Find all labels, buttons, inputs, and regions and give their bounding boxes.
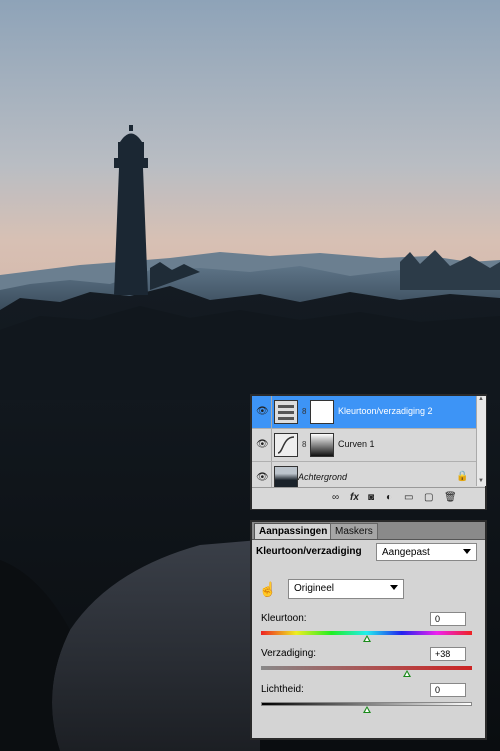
fx-icon[interactable]: fx bbox=[350, 492, 359, 503]
layer-row-hue-saturation[interactable]: 👁 8 Kleurtoon/verzadiging 2 bbox=[252, 396, 476, 429]
saturation-slider-knob[interactable] bbox=[402, 670, 411, 677]
adjustment-title: Kleurtoon/verzadiging bbox=[256, 546, 362, 557]
scroll-up-icon[interactable]: ▲ bbox=[478, 396, 484, 402]
lightness-value-input[interactable]: 0 bbox=[430, 683, 466, 697]
eye-icon[interactable]: 👁 bbox=[256, 406, 269, 418]
eye-icon[interactable]: 👁 bbox=[256, 472, 269, 484]
targeted-adjustment-hand-icon[interactable]: ☝ bbox=[259, 581, 276, 598]
hue-slider-knob[interactable] bbox=[362, 635, 371, 642]
layer-row-curves[interactable]: 👁 8 Curven 1 bbox=[252, 429, 476, 462]
lock-icon: 🔒 bbox=[456, 471, 469, 482]
layer-name: Achtergrond bbox=[298, 472, 348, 482]
lighthouse bbox=[114, 125, 148, 295]
mask-thumbnail bbox=[310, 400, 334, 424]
chevron-down-icon bbox=[463, 549, 471, 554]
channel-value: Origineel bbox=[294, 583, 335, 594]
adjustment-icon[interactable]: ◐ bbox=[386, 492, 392, 503]
tab-maskers[interactable]: Maskers bbox=[330, 523, 378, 539]
saturation-value-input[interactable]: +38 bbox=[430, 647, 466, 661]
hue-label: Kleurtoon: bbox=[261, 613, 307, 624]
layer-name: Kleurtoon/verzadiging 2 bbox=[338, 406, 433, 416]
layer-name: Curven 1 bbox=[338, 439, 375, 449]
chain-link-icon: 8 bbox=[302, 407, 307, 416]
layers-scrollbar[interactable]: ▲ ▼ bbox=[476, 396, 486, 486]
mask-icon[interactable]: ◙ bbox=[368, 492, 374, 503]
chevron-down-icon bbox=[390, 585, 398, 590]
preset-select[interactable]: Aangepast bbox=[376, 543, 477, 561]
chain-link-icon: 8 bbox=[302, 440, 307, 449]
lightness-slider-knob[interactable] bbox=[362, 706, 371, 713]
preset-value: Aangepast bbox=[382, 547, 430, 558]
trash-icon[interactable]: 🗑 bbox=[444, 492, 457, 503]
layers-panel: 👁 8 Kleurtoon/verzadiging 2 👁 8 Curven 1… bbox=[250, 394, 487, 510]
tab-aanpassingen[interactable]: Aanpassingen bbox=[254, 523, 333, 539]
hue-saturation-icon bbox=[274, 400, 298, 424]
lightness-label: Lichtheid: bbox=[261, 684, 304, 695]
panel-tabs: Aanpassingen Maskers bbox=[252, 522, 485, 540]
hue-value-input[interactable]: 0 bbox=[430, 612, 466, 626]
saturation-slider-track[interactable] bbox=[261, 666, 472, 670]
folder-icon[interactable]: ▭ bbox=[404, 492, 413, 503]
eye-icon[interactable]: 👁 bbox=[256, 439, 269, 451]
adjustments-panel: Aanpassingen Maskers Kleurtoon/verzadigi… bbox=[250, 520, 487, 740]
curves-icon bbox=[274, 433, 298, 457]
link-layers-icon[interactable]: ∞ bbox=[332, 492, 339, 503]
layers-footer: ∞ fx ◙ ◐ ▭ ▢ 🗑 bbox=[252, 487, 485, 509]
saturation-label: Verzadiging: bbox=[261, 648, 317, 659]
scroll-down-icon[interactable]: ▼ bbox=[478, 478, 484, 484]
channel-select[interactable]: Origineel bbox=[288, 579, 404, 599]
mask-thumbnail bbox=[310, 433, 334, 457]
new-layer-icon[interactable]: ▢ bbox=[424, 492, 433, 503]
